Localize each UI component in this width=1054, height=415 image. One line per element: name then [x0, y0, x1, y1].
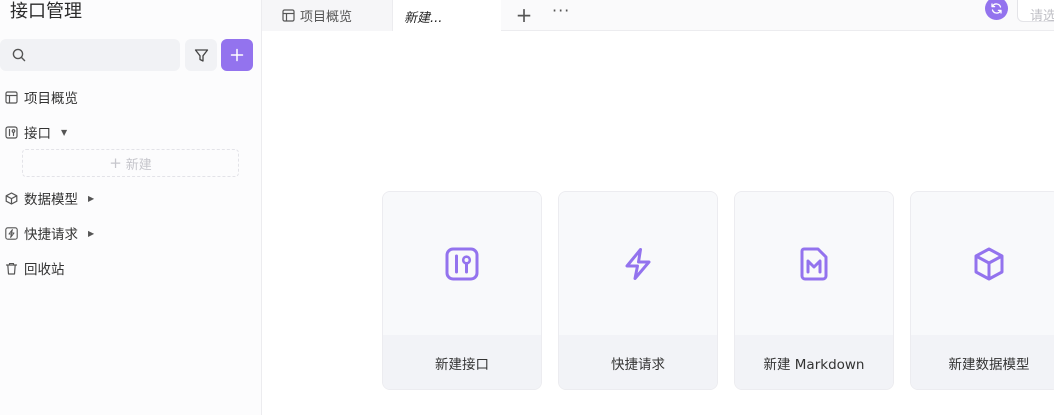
- search-icon: [12, 48, 26, 62]
- api-icon: [4, 125, 18, 139]
- tab-label: 新建...: [404, 10, 443, 26]
- new-tab-button[interactable]: +: [514, 3, 534, 27]
- app-window: 接口管理 项目概览 接口 ▼ + 新建 数据模型 ▶ 快捷请求 ▶ 回收站 项目…: [0, 0, 1054, 415]
- card-label: 新建数据模型: [911, 335, 1054, 389]
- sidebar-item-label: 快捷请求: [24, 227, 78, 243]
- sidebar-item-label: 数据模型: [24, 192, 78, 208]
- add-button[interactable]: [221, 39, 253, 71]
- trash-icon: [4, 261, 18, 275]
- card-quick-request[interactable]: 快捷请求: [558, 191, 718, 390]
- tab-new[interactable]: 新建...: [393, 0, 501, 32]
- card-icon-area: [911, 192, 1054, 335]
- new-api-placeholder[interactable]: + 新建: [22, 149, 239, 177]
- filter-icon: [194, 48, 208, 62]
- environment-select[interactable]: 请选: [1017, 0, 1054, 24]
- card-label: 新建 Markdown: [735, 335, 893, 389]
- sidebar-item-label: 项目概览: [24, 91, 78, 107]
- sidebar-item-label: 回收站: [24, 262, 65, 278]
- tab-bar: 项目概览 新建... + ··· 请选: [262, 0, 1054, 32]
- sidebar: 接口管理 项目概览 接口 ▼ + 新建 数据模型 ▶ 快捷请求 ▶ 回收站: [0, 0, 262, 415]
- card-label: 新建接口: [383, 335, 541, 389]
- plus-icon: +: [109, 154, 122, 172]
- card-new-api[interactable]: 新建接口: [382, 191, 542, 390]
- markdown-icon: [800, 247, 828, 280]
- caret-right-icon[interactable]: ▶: [88, 194, 94, 203]
- filter-button[interactable]: [185, 39, 217, 71]
- sidebar-item-label: 接口: [24, 126, 51, 142]
- plus-icon: [230, 48, 244, 62]
- bolt-icon: [4, 226, 18, 240]
- card-icon-area: [559, 192, 717, 335]
- layout-icon: [4, 90, 18, 104]
- caret-right-icon[interactable]: ▶: [88, 229, 94, 238]
- search-box[interactable]: [0, 39, 180, 71]
- sidebar-item-quick-request[interactable]: 快捷请求 ▶: [4, 222, 94, 244]
- sidebar-item-overview[interactable]: 项目概览: [4, 86, 78, 108]
- card-new-data-model[interactable]: 新建数据模型: [910, 191, 1054, 390]
- layout-icon: [282, 9, 295, 22]
- card-label: 快捷请求: [559, 335, 717, 389]
- sidebar-item-api[interactable]: 接口 ▼: [4, 121, 67, 143]
- sync-button[interactable]: [985, 0, 1008, 20]
- card-icon-area: [735, 192, 893, 335]
- environment-placeholder: 请选: [1030, 9, 1054, 24]
- cube-icon: [4, 191, 18, 205]
- card-new-markdown[interactable]: 新建 Markdown: [734, 191, 894, 390]
- refresh-icon: [991, 3, 1002, 14]
- new-label: 新建: [125, 157, 152, 173]
- sidebar-title: 接口管理: [10, 1, 82, 22]
- more-tabs-button[interactable]: ···: [552, 1, 570, 20]
- tab-label: 项目概览: [300, 10, 353, 25]
- bolt-icon: [625, 247, 651, 280]
- tab-overview[interactable]: 项目概览: [262, 0, 393, 31]
- search-input[interactable]: [30, 45, 170, 65]
- card-icon-area: [383, 192, 541, 335]
- sidebar-item-trash[interactable]: 回收站: [4, 257, 65, 279]
- cube-icon: [974, 247, 1004, 280]
- api-icon: [445, 247, 479, 280]
- caret-down-icon[interactable]: ▼: [61, 128, 67, 137]
- sidebar-item-data-model[interactable]: 数据模型 ▶: [4, 187, 94, 209]
